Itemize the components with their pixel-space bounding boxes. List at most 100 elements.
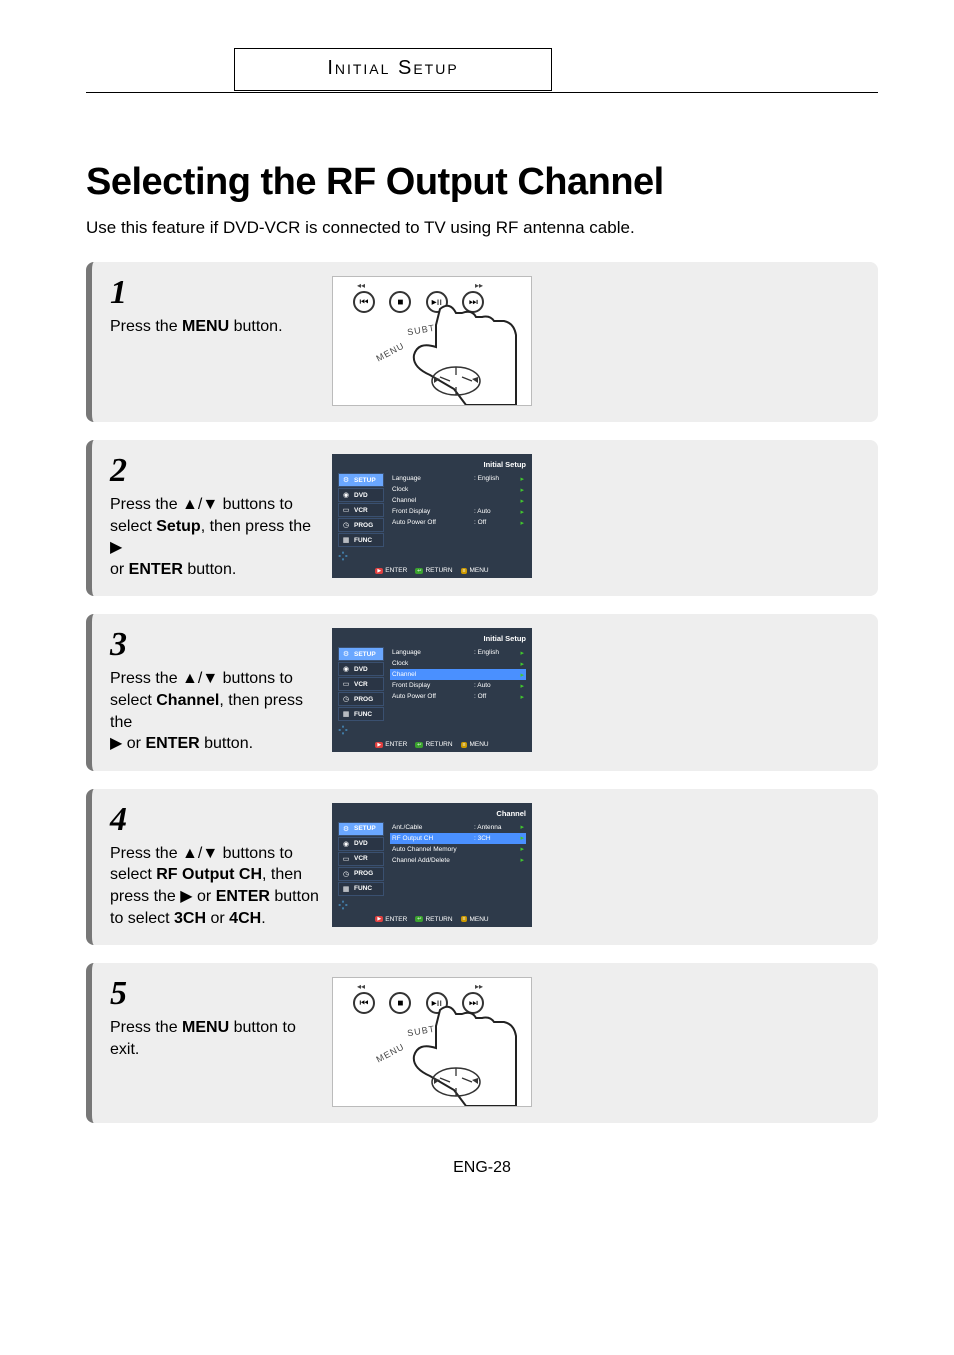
- osd-row: Channel▸: [390, 495, 526, 506]
- header-rule: [86, 92, 878, 93]
- osd-row: Ant./Cable: Antenna▸: [390, 822, 526, 833]
- step-2: 2 Press the ▲/▼ buttons to select Setup,…: [86, 440, 878, 596]
- osd-side-vcr: ▭VCR: [338, 677, 384, 691]
- remote-illustration: ◂◂ ▸▸ ⏮ ■ ▸ıı ⏭ SUBTITLE MENU: [332, 977, 532, 1107]
- chevron-right-icon: ▸: [516, 519, 524, 527]
- red-tag-icon: ▶: [375, 568, 383, 574]
- disc-icon: ◉: [341, 839, 351, 849]
- step-text: Press the ▲/▼ buttons to select Channel,…: [110, 668, 322, 754]
- osd-row: Language: English▸: [390, 473, 526, 484]
- osd-row: Auto Power Off: Off▸: [390, 517, 526, 528]
- osd-main: Language: English▸ Clock▸ Channel▸ Front…: [384, 647, 526, 735]
- step-4: 4 Press the ▲/▼ buttons to select RF Out…: [86, 789, 878, 945]
- step-3: 3 Press the ▲/▼ buttons to select Channe…: [86, 614, 878, 770]
- prev-icon: ⏮: [353, 291, 375, 313]
- chevron-right-icon: ▸: [516, 682, 524, 690]
- step-number: 2: [110, 454, 322, 488]
- green-tag-icon: ↩: [415, 916, 423, 922]
- osd-side-setup: ⚙SETUP: [338, 647, 384, 661]
- osd-footer: ▶ENTER ↩RETURN ≡MENU: [338, 567, 526, 574]
- hand-icon: [401, 996, 531, 1106]
- tape-icon: ▭: [341, 679, 351, 689]
- osd-side-dvd: ◉DVD: [338, 488, 384, 502]
- osd-main: Ant./Cable: Antenna▸ RF Output CH: 3CH▸ …: [384, 822, 526, 910]
- yellow-tag-icon: ≡: [461, 568, 468, 574]
- chevron-right-icon: ▸: [516, 823, 524, 831]
- osd-side-setup: ⚙SETUP: [338, 473, 384, 487]
- chevron-right-icon: ▸: [516, 845, 524, 853]
- chevron-right-icon: ▸: [516, 649, 524, 657]
- chevron-right-icon: ▸: [516, 693, 524, 701]
- tape-icon: ▭: [341, 505, 351, 515]
- osd-side-vcr: ▭VCR: [338, 503, 384, 517]
- page-title: Selecting the RF Output Channel: [86, 161, 878, 204]
- red-tag-icon: ▶: [375, 916, 383, 922]
- osd-side-func: ▦FUNC: [338, 707, 384, 721]
- move-icon: [338, 900, 348, 910]
- section-header-box: Initial Setup: [234, 48, 552, 91]
- osd-row-highlighted: Channel▸: [390, 669, 526, 680]
- disc-icon: ◉: [341, 490, 351, 500]
- green-tag-icon: ↩: [415, 742, 423, 748]
- osd-row: Channel Add/Delete▸: [390, 855, 526, 866]
- osd-footer: ▶ENTER ↩RETURN ≡MENU: [338, 916, 526, 923]
- osd-row: Language: English▸: [390, 647, 526, 658]
- chevron-right-icon: ▸: [516, 508, 524, 516]
- page: Initial Setup Selecting the RF Output Ch…: [0, 0, 954, 1217]
- osd-title: Initial Setup: [338, 634, 526, 643]
- osd-side-vcr: ▭VCR: [338, 852, 384, 866]
- osd-row: Front Display: Auto▸: [390, 506, 526, 517]
- osd-side-func: ▦FUNC: [338, 882, 384, 896]
- red-tag-icon: ▶: [375, 742, 383, 748]
- clock-icon: ◷: [341, 520, 351, 530]
- step-text: Press the ▲/▼ buttons to select RF Outpu…: [110, 843, 322, 929]
- chevron-right-icon: ▸: [516, 475, 524, 483]
- osd-row: Clock▸: [390, 484, 526, 495]
- osd-side-func: ▦FUNC: [338, 533, 384, 547]
- step-text: Press the ▲/▼ buttons to select Setup, t…: [110, 494, 322, 580]
- step-number: 5: [110, 977, 322, 1011]
- step-number: 1: [110, 276, 322, 310]
- hand-icon: [401, 295, 531, 405]
- chevron-right-icon: ▸: [516, 660, 524, 668]
- osd-row-highlighted: RF Output CH: 3CH▸: [390, 833, 526, 844]
- intro-text: Use this feature if DVD-VCR is connected…: [86, 218, 878, 238]
- step-1: 1 Press the MENU button. ◂◂ ▸▸ ⏮ ■ ▸ıı ⏭…: [86, 262, 878, 422]
- osd-sidebar: ⚙SETUP ◉DVD ▭VCR ◷PROG ▦FUNC: [338, 647, 384, 735]
- osd-sidebar: ⚙SETUP ◉DVD ▭VCR ◷PROG ▦FUNC: [338, 822, 384, 910]
- step-number: 4: [110, 803, 322, 837]
- tape-icon: ▭: [341, 854, 351, 864]
- grid-icon: ▦: [341, 709, 351, 719]
- osd-title: Channel: [338, 809, 526, 818]
- chevron-right-icon: ▸: [516, 834, 524, 842]
- section-header-text: Initial Setup: [327, 57, 458, 79]
- osd-side-dvd: ◉DVD: [338, 662, 384, 676]
- osd-side-dvd: ◉DVD: [338, 837, 384, 851]
- osd-menu: Initial Setup ⚙SETUP ◉DVD ▭VCR ◷PROG ▦FU…: [332, 628, 532, 752]
- osd-side-setup: ⚙SETUP: [338, 822, 384, 836]
- osd-side-prog: ◷PROG: [338, 518, 384, 532]
- osd-row: Clock▸: [390, 658, 526, 669]
- move-icon: [338, 725, 348, 735]
- grid-icon: ▦: [341, 884, 351, 894]
- disc-icon: ◉: [341, 664, 351, 674]
- osd-menu: Initial Setup ⚙SETUP ◉DVD ▭VCR ◷PROG ▦FU…: [332, 454, 532, 578]
- prev-icon: ⏮: [353, 992, 375, 1014]
- osd-sidebar: ⚙SETUP ◉DVD ▭VCR ◷PROG ▦FUNC: [338, 473, 384, 561]
- osd-footer: ▶ENTER ↩RETURN ≡MENU: [338, 741, 526, 748]
- move-icon: [338, 551, 348, 561]
- gear-icon: ⚙: [341, 475, 351, 485]
- step-text: Press the MENU button to exit.: [110, 1017, 322, 1060]
- step-text: Press the MENU button.: [110, 316, 322, 338]
- chevron-right-icon: ▸: [516, 856, 524, 864]
- chevron-right-icon: ▸: [516, 486, 524, 494]
- step-5: 5 Press the MENU button to exit. ◂◂ ▸▸ ⏮…: [86, 963, 878, 1123]
- yellow-tag-icon: ≡: [461, 742, 468, 748]
- chevron-right-icon: ▸: [516, 497, 524, 505]
- chevron-right-icon: ▸: [516, 671, 524, 679]
- remote-illustration: ◂◂ ▸▸ ⏮ ■ ▸ıı ⏭ SUBTITLE MENU: [332, 276, 532, 406]
- gear-icon: ⚙: [341, 649, 351, 659]
- grid-icon: ▦: [341, 535, 351, 545]
- osd-menu: Channel ⚙SETUP ◉DVD ▭VCR ◷PROG ▦FUNC Ant…: [332, 803, 532, 927]
- steps-container: 1 Press the MENU button. ◂◂ ▸▸ ⏮ ■ ▸ıı ⏭…: [86, 262, 878, 1123]
